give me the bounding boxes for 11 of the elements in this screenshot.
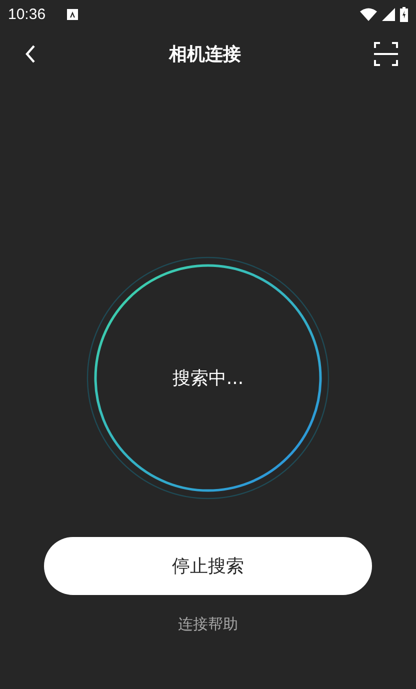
back-icon xyxy=(24,44,36,64)
battery-icon xyxy=(400,6,408,22)
scan-icon xyxy=(374,42,398,66)
status-time: 10:36 xyxy=(8,6,46,22)
page-title: 相机连接 xyxy=(169,43,241,66)
search-status: 搜索中... xyxy=(172,367,244,390)
help-link[interactable]: 连接帮助 xyxy=(178,615,238,634)
wifi-icon xyxy=(360,8,377,20)
signal-icon xyxy=(382,8,395,20)
notification-icon xyxy=(66,8,78,20)
stop-search-button[interactable]: 停止搜索 xyxy=(44,537,372,595)
